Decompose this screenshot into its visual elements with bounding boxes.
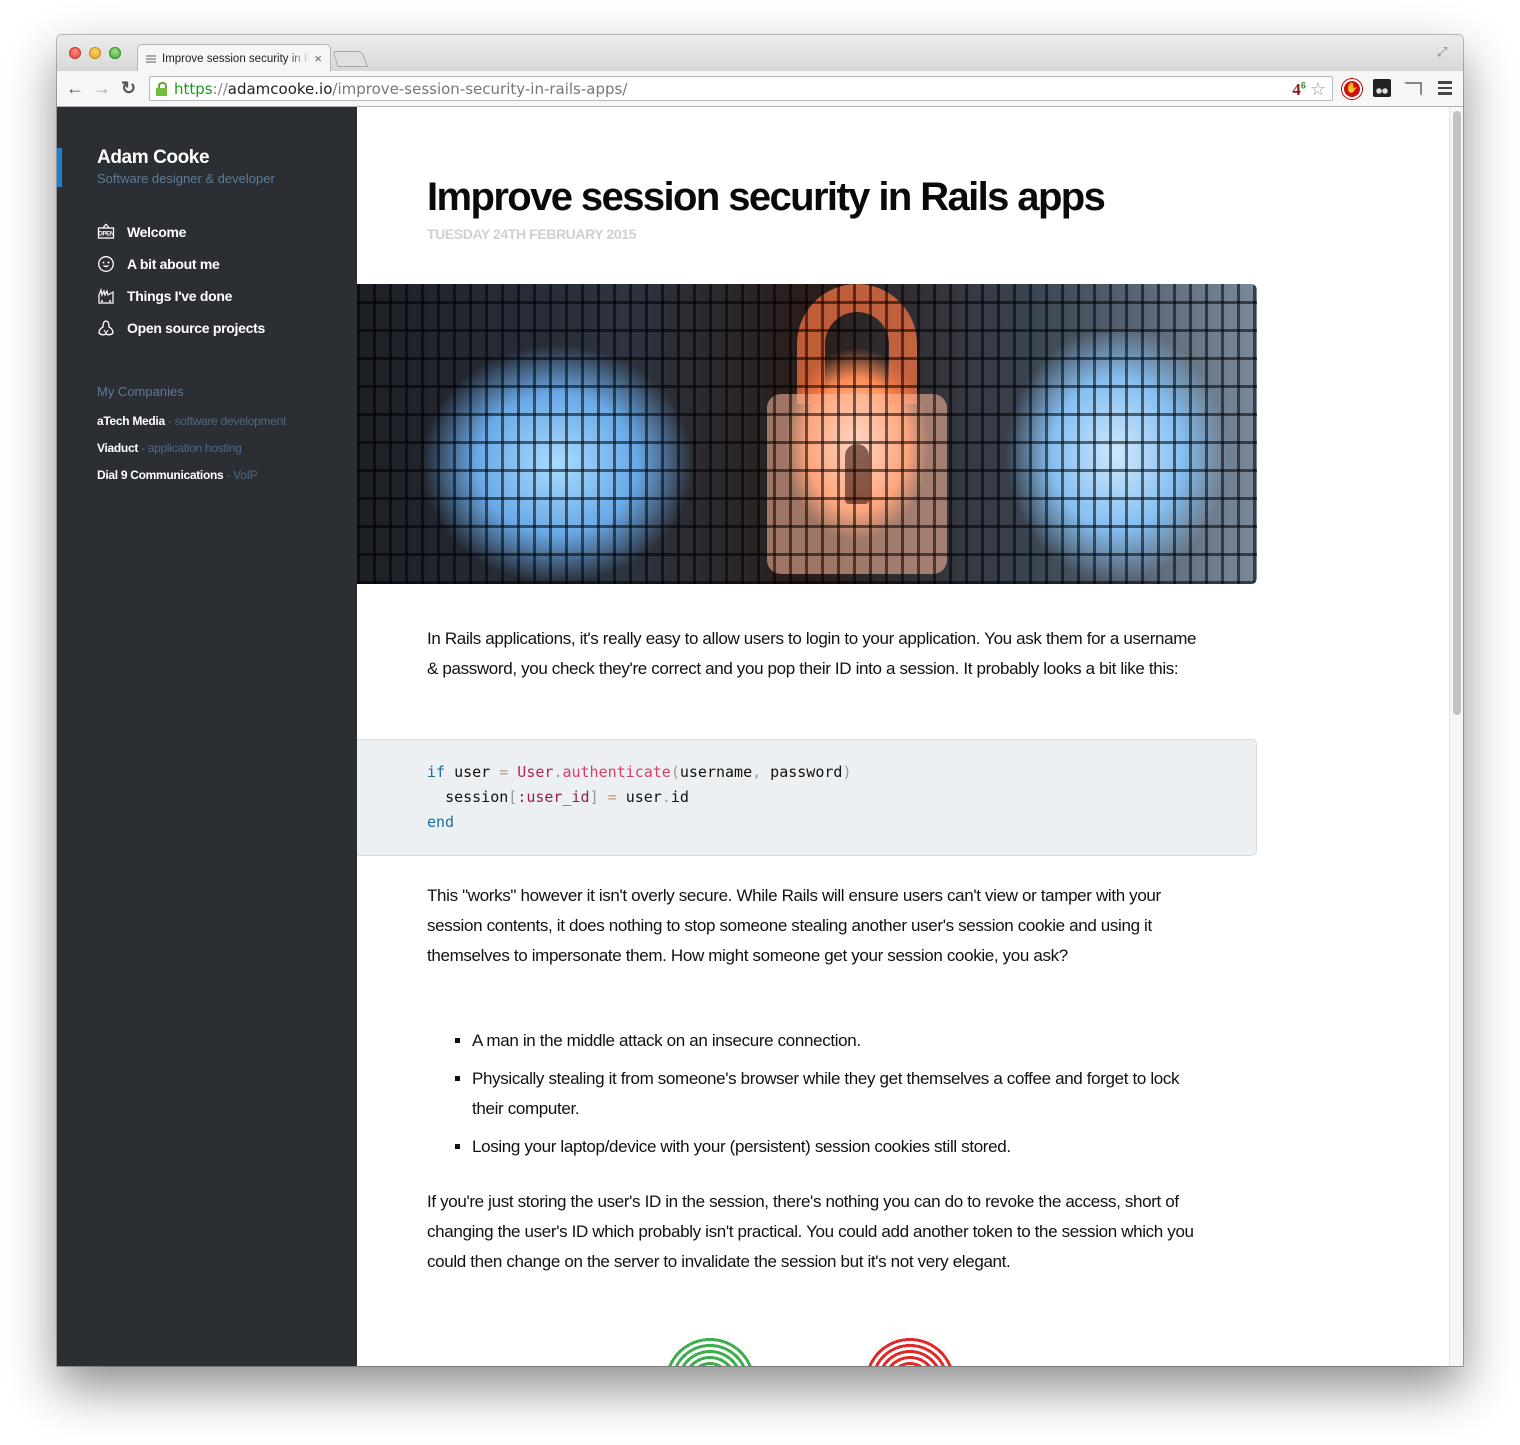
company-desc: - VoIP — [223, 468, 258, 482]
tab-close-icon[interactable]: × — [314, 51, 322, 66]
code-token: username — [679, 763, 753, 781]
code-token: end — [427, 813, 455, 831]
lock-icon — [156, 81, 167, 96]
browser-tab[interactable]: Improve session security in Rails apps × — [137, 44, 331, 72]
badge-main: 4 — [1292, 79, 1301, 99]
companies-heading: My Companies — [97, 384, 184, 399]
badge-sup: 6 — [1300, 79, 1306, 90]
sidebar-item-work[interactable]: Things I've done — [97, 280, 265, 312]
green-fingerprint-image — [662, 1335, 758, 1366]
browser-window: Improve session security in Rails apps ×… — [57, 35, 1463, 1366]
url-path: /improve-session-security-in-rails-apps/ — [332, 79, 628, 98]
page-favicon-icon — [146, 54, 156, 63]
code-token: if — [427, 763, 446, 781]
company-desc: - software development — [164, 414, 287, 428]
list-item: A man in the middle attack on an insecur… — [472, 1026, 1202, 1056]
company-link[interactable]: Viaduct — [97, 441, 138, 455]
paragraph-works: This "works" however it isn't overly sec… — [427, 886, 1161, 965]
reload-icon[interactable]: ↻ — [121, 79, 136, 97]
code-block: if user = User. authenticate(username, pa… — [357, 739, 1257, 856]
sidebar-item-welcome[interactable]: OPEN Welcome — [97, 216, 265, 248]
back-arrow-icon[interactable]: ← — [66, 79, 84, 97]
face-icon — [97, 255, 115, 273]
nav-label: Open source projects — [127, 320, 265, 336]
company-item: Viaduct - application hosting — [97, 441, 286, 468]
company-desc: - application hosting — [138, 441, 242, 455]
article: Improve session security in Rails apps T… — [357, 107, 1449, 1366]
nav-label: Things I've done — [127, 288, 233, 304]
sidebar-item-open-source[interactable]: Open source projects — [97, 312, 265, 344]
url-scheme: https — [174, 79, 213, 98]
minimize-window-button[interactable] — [89, 47, 101, 59]
company-item: Dial 9 Communications - VoIP — [97, 468, 286, 495]
zoom-window-button[interactable] — [109, 47, 121, 59]
code-token: = — [499, 763, 509, 781]
svg-text:OPEN: OPEN — [98, 232, 114, 238]
company-link[interactable]: Dial 9 Communications — [97, 468, 224, 482]
code-token: user — [445, 763, 500, 781]
sidebar-item-about[interactable]: A bit about me — [97, 248, 265, 280]
sidebar-accent-bar — [57, 148, 62, 187]
menu-icon[interactable] — [1438, 81, 1452, 95]
scrollbar-thumb[interactable] — [1453, 111, 1461, 715]
bookmark-star-icon[interactable]: ☆ — [1310, 79, 1326, 100]
url-host: adamcooke.io — [227, 79, 333, 98]
code-token: . — [661, 788, 671, 806]
code-token: ( — [670, 763, 680, 781]
code-token: [ — [508, 788, 518, 806]
sidebar-nav: OPEN Welcome A bit about me Things I've … — [97, 216, 265, 344]
red-fingerprint-image — [862, 1335, 958, 1366]
page-viewport: Adam Cooke Software designer & developer… — [57, 107, 1463, 1366]
hero-image-padlocks — [357, 284, 1257, 584]
code-token: user — [625, 788, 662, 806]
code-token: :user_id — [517, 788, 590, 806]
code-token: password — [761, 763, 843, 781]
code-token: authenticate — [562, 763, 671, 781]
post-title: Improve session security in Rails apps — [427, 175, 1106, 219]
code-token: = — [598, 788, 626, 806]
company-item: aTech Media - software development — [97, 414, 286, 441]
code-token: session — [445, 788, 509, 806]
page-scrollbar[interactable] — [1449, 107, 1463, 1366]
attack-vector-list: A man in the middle attack on an insecur… — [472, 1026, 1202, 1170]
sidebar: Adam Cooke Software designer & developer… — [57, 107, 357, 1366]
pixel-grid-overlay — [357, 284, 1257, 584]
new-tab-button[interactable] — [332, 51, 368, 67]
octocat-icon — [97, 319, 115, 337]
browser-toolbar: ← → ↻ https://adamcooke.io/improve-sessi… — [57, 71, 1463, 107]
close-window-button[interactable] — [69, 47, 81, 59]
code-token: id — [670, 788, 689, 806]
extension-badge[interactable]: 46 — [1292, 80, 1306, 100]
nav-label: A bit about me — [127, 256, 220, 272]
list-item: Physically stealing it from someone's br… — [472, 1064, 1202, 1124]
factory-icon — [97, 287, 115, 305]
fullscreen-icon[interactable]: ⤢ — [1437, 45, 1451, 59]
site-name-link[interactable]: Adam Cooke — [97, 147, 210, 169]
code-token: , — [752, 763, 762, 781]
site-tagline: Software designer & developer — [97, 171, 275, 186]
code-token: ] — [589, 788, 599, 806]
tab-title: Improve session security in Rails apps — [162, 52, 311, 65]
adblock-icon[interactable]: ✋ — [1342, 79, 1362, 99]
tab-bar: Improve session security in Rails apps ×… — [57, 35, 1463, 72]
list-item: Losing your laptop/device with your (per… — [472, 1132, 1202, 1162]
forward-arrow-icon[interactable]: → — [93, 79, 111, 97]
code-token: ) — [842, 763, 852, 781]
nav-label: Welcome — [127, 224, 187, 240]
url-separator: :// — [212, 79, 228, 98]
cast-icon[interactable] — [1404, 82, 1422, 96]
company-link[interactable]: aTech Media — [97, 414, 165, 428]
code-token: User — [508, 763, 554, 781]
paragraph-revoke: If you're just storing the user's ID in … — [427, 1192, 1194, 1271]
paragraph-intro: In Rails applications, it's really easy … — [427, 629, 1197, 678]
companies-list: aTech Media - software development Viadu… — [97, 414, 286, 495]
post-date: TUESDAY 24TH FEBRUARY 2015 — [427, 226, 637, 242]
ghostery-icon[interactable] — [1373, 79, 1391, 97]
address-bar[interactable]: https://adamcooke.io/improve-session-sec… — [149, 76, 1333, 101]
open-sign-icon: OPEN — [97, 223, 115, 241]
